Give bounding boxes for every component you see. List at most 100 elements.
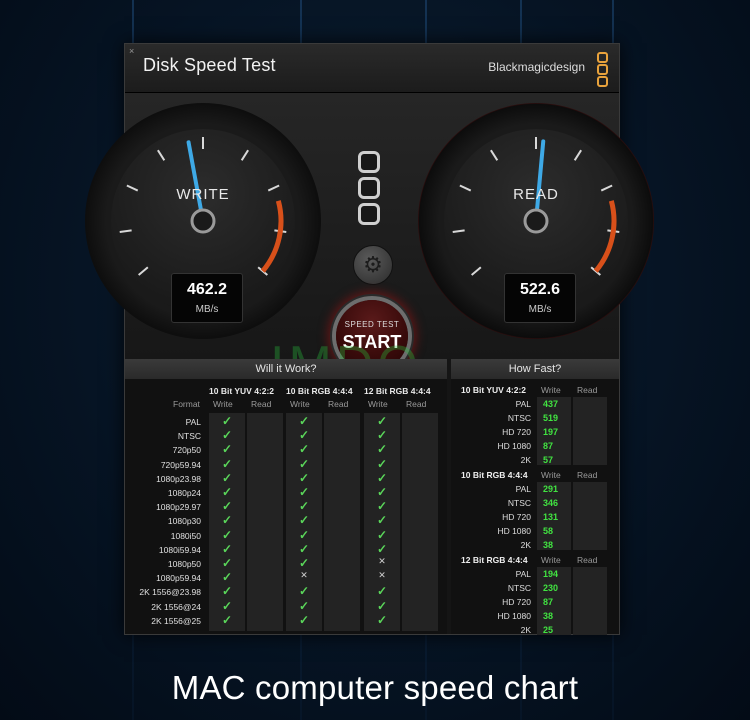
format-label: 2K 1556@25 <box>151 615 201 626</box>
check-icon: ✓ <box>376 598 388 613</box>
read-speed-value: 522.6 <box>519 281 561 298</box>
result-column <box>324 413 360 631</box>
check-icon: ✓ <box>298 428 310 443</box>
start-button-caption: SPEED TEST <box>344 320 400 329</box>
check-icon: ✓ <box>221 513 233 528</box>
write-gauge-label: WRITE <box>176 186 230 203</box>
will-it-work-title: Will it Work? <box>125 359 447 379</box>
fps-value: 346 <box>543 498 559 508</box>
resolution-label: NTSC <box>507 498 531 508</box>
window-title: Disk Speed Test <box>143 55 276 75</box>
brand-name: Blackmagicdesign <box>488 60 585 74</box>
check-icon: ✓ <box>376 428 388 443</box>
section-title: 12 Bit RGB 4:4:4 <box>461 555 528 565</box>
write-readout: 462.2 MB/s <box>171 273 243 323</box>
check-icon: ✓ <box>298 598 310 613</box>
format-group-header: 10 Bit YUV 4:2:2 <box>209 386 275 396</box>
resolution-label: HD 1080 <box>497 526 531 536</box>
read-column-header: Read <box>577 470 598 480</box>
fps-value: 57 <box>543 455 554 465</box>
read-gauge-tick-mark <box>452 229 465 233</box>
format-label: 720p50 <box>172 445 201 456</box>
check-icon: ✓ <box>221 442 233 457</box>
fps-value: 38 <box>543 611 554 621</box>
check-icon: ✓ <box>221 570 233 585</box>
read-column-header: Read <box>577 385 598 395</box>
check-icon: ✓ <box>221 470 233 485</box>
check-icon: ✓ <box>221 499 233 514</box>
check-icon: ✓ <box>298 556 310 570</box>
write-column-header: Write <box>541 385 561 395</box>
resolution-label: HD 720 <box>502 512 531 522</box>
format-label: NTSC <box>177 431 201 442</box>
column-subheader: Read <box>328 399 349 409</box>
format-group-header: 12 Bit RGB 4:4:4 <box>364 386 431 396</box>
write-gauge-tick-mark <box>138 266 149 276</box>
fps-value: 194 <box>543 569 559 579</box>
read-column-header: Read <box>577 555 598 565</box>
check-icon: ✓ <box>298 470 310 485</box>
resolution-label: HD 720 <box>502 597 531 607</box>
check-icon: ✓ <box>298 456 310 471</box>
blackmagic-logo-icon <box>597 52 608 88</box>
check-icon: ✓ <box>298 527 310 542</box>
format-label: PAL <box>185 417 201 427</box>
blackmagic-emblem-icon <box>358 151 386 229</box>
section-title: 10 Bit YUV 4:2:2 <box>461 385 527 395</box>
check-icon: ✓ <box>221 485 233 499</box>
fps-value: 230 <box>543 583 559 593</box>
read-gauge-tick-mark <box>490 149 499 161</box>
read-column <box>573 397 607 465</box>
check-icon: ✓ <box>298 584 310 599</box>
disk-speed-test-window: × Disk Speed Test Blackmagicdesign WRITE… <box>85 43 654 635</box>
resolution-label: 2K <box>520 540 531 550</box>
cross-icon: ✕ <box>378 570 386 581</box>
result-column <box>402 413 438 631</box>
fps-value: 131 <box>543 512 559 522</box>
format-label: 1080p23.98 <box>156 473 201 484</box>
settings-gear-button[interactable]: ⚙ <box>353 245 393 285</box>
check-icon: ✓ <box>298 513 310 528</box>
section-title: 10 Bit RGB 4:4:4 <box>461 470 528 480</box>
write-speed-value: 462.2 <box>186 281 228 298</box>
column-subheader: Read <box>406 399 427 409</box>
check-icon: ✓ <box>376 499 388 514</box>
how-fast-panel: How Fast? 10 Bit YUV 4:2:2 Write Read PAL 43… <box>451 359 619 635</box>
check-icon: ✓ <box>298 442 310 457</box>
check-icon: ✓ <box>298 499 310 514</box>
format-label: 1080p29.97 <box>156 502 201 513</box>
gauge-area: WRITE 462.2 MB/s READ 522.6 MB/s ⚙ SPEED… <box>85 93 654 394</box>
check-icon: ✓ <box>376 456 388 471</box>
cross-icon: ✕ <box>378 556 386 566</box>
write-column-header: Write <box>541 470 561 480</box>
format-group-header: 10 Bit RGB 4:4:4 <box>286 386 353 396</box>
will-it-work-panel: Will it Work? 10 Bit YUV 4:2:2 Write Read 1… <box>125 359 447 634</box>
column-subheader: Write <box>290 399 310 409</box>
format-label: 1080p50 <box>167 559 201 569</box>
check-icon: ✓ <box>221 584 233 599</box>
read-column <box>573 567 607 635</box>
resolution-label: PAL <box>515 569 531 579</box>
cross-icon: ✕ <box>300 570 308 581</box>
fps-value: 38 <box>543 540 554 550</box>
column-subheader: Read <box>251 399 272 409</box>
check-icon: ✓ <box>376 414 388 428</box>
fps-value: 197 <box>543 427 559 437</box>
read-gauge-label: READ <box>513 186 559 203</box>
resolution-label: HD 1080 <box>497 611 531 621</box>
check-icon: ✓ <box>221 612 233 627</box>
resolution-label: PAL <box>515 399 531 409</box>
resolution-label: 2K <box>520 625 531 635</box>
gear-icon: ⚙ <box>363 252 383 277</box>
resolution-label: HD 1080 <box>497 441 531 451</box>
check-icon: ✓ <box>376 612 388 627</box>
close-icon[interactable]: × <box>129 47 137 56</box>
write-gauge-tick-mark <box>240 149 249 161</box>
how-fast-title: How Fast? <box>451 359 619 379</box>
check-icon: ✓ <box>221 414 233 428</box>
read-speed-unit: MB/s <box>528 304 552 315</box>
check-icon: ✓ <box>298 485 310 499</box>
format-label: 1080p24 <box>167 488 201 498</box>
fps-value: 87 <box>543 597 554 607</box>
check-icon: ✓ <box>376 584 388 599</box>
